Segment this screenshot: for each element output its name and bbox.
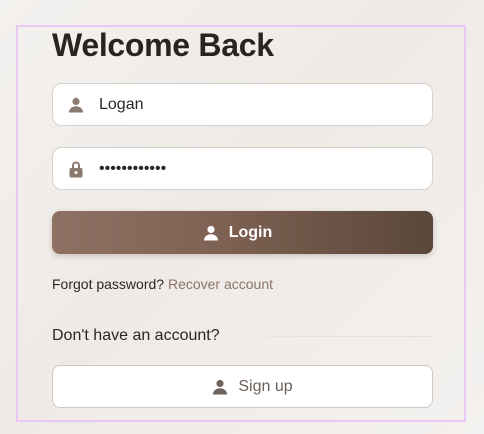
recover-account-link[interactable]: Recover account <box>168 276 273 292</box>
page-title: Welcome Back <box>52 27 274 63</box>
login-button[interactable]: Login <box>52 211 433 254</box>
forgot-password-text: Forgot password? <box>52 276 165 292</box>
login-button-label: Login <box>228 223 273 241</box>
signup-button[interactable]: Sign up <box>52 365 433 408</box>
user-icon <box>203 225 219 241</box>
forgot-password-row: Forgot password? Recover account <box>52 275 273 293</box>
username-field[interactable] <box>52 83 433 126</box>
password-input[interactable] <box>99 159 419 178</box>
login-form: Welcome Back Login For <box>52 0 433 434</box>
password-field[interactable] <box>52 147 433 190</box>
signup-prompt: Don't have an account? <box>52 327 220 344</box>
signup-button-label: Sign up <box>238 377 293 395</box>
divider <box>232 336 433 337</box>
user-icon <box>212 379 228 395</box>
username-input[interactable] <box>99 95 419 114</box>
lock-icon <box>53 147 99 190</box>
user-icon <box>53 83 99 126</box>
